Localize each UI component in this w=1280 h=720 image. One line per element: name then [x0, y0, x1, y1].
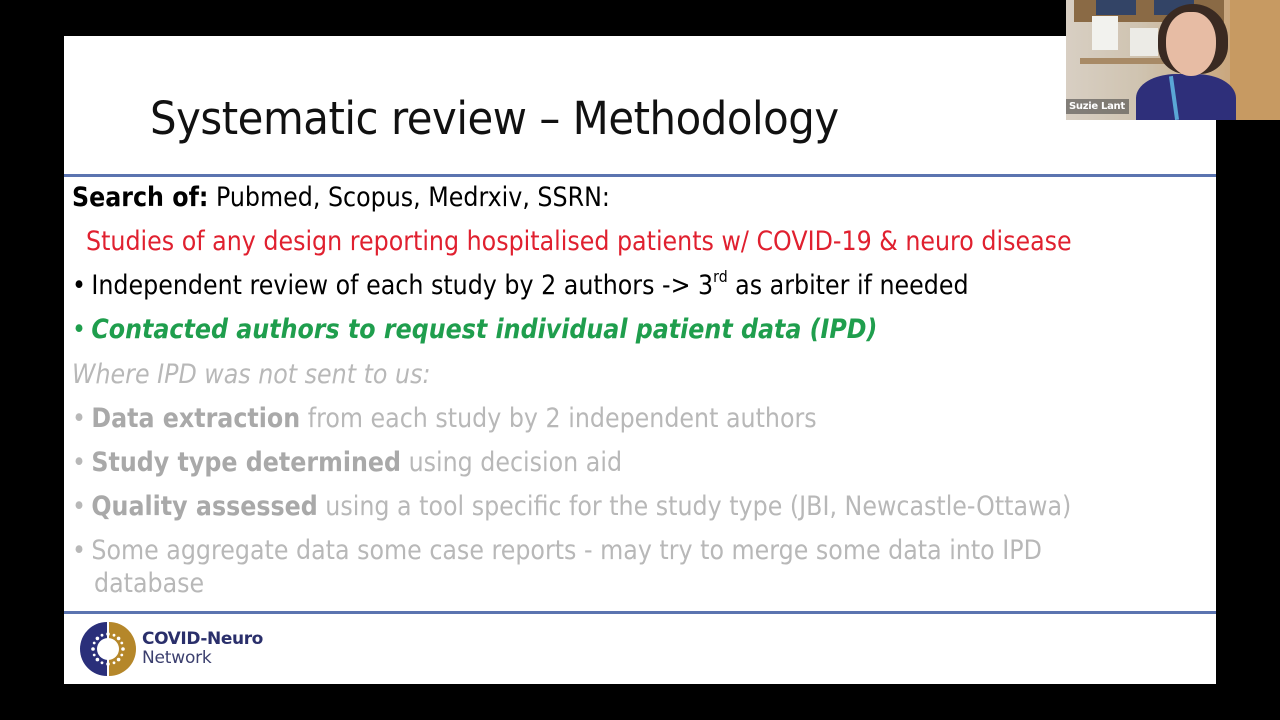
inclusion-criteria: Studies of any design reporting hospital… — [86, 226, 1072, 257]
bullet-icon: • — [72, 491, 87, 522]
bullet-text: Some aggregate data some case reports - … — [91, 535, 1042, 566]
bullet-bold-text: Quality assessed — [91, 491, 318, 522]
covid-neuro-network-logo-icon — [80, 622, 136, 676]
participant-body — [1136, 74, 1236, 120]
bullet-study-type: • Study type determined using decision ai… — [72, 446, 622, 480]
background-box — [1092, 16, 1118, 50]
screen-share-view: Systematic review – Methodology Search o… — [0, 0, 1280, 720]
slide-title: Systematic review – Methodology — [150, 92, 839, 145]
search-sources: Pubmed, Scopus, Medrxiv, SSRN: — [208, 182, 610, 213]
logo-line-2: Network — [142, 648, 212, 668]
footer-divider — [64, 611, 1216, 614]
covid-neuro-network-logo: COVID-Neuro Network — [80, 621, 263, 677]
bullet-text: Contacted authors to request individual … — [91, 314, 878, 345]
logo-line-1: COVID-Neuro — [142, 629, 263, 649]
logo-wordmark: COVID-Neuro Network — [142, 630, 263, 668]
title-divider — [64, 174, 1216, 177]
bullet-text: from each study by 2 independent authors — [300, 403, 817, 434]
bullet-text-continued: as arbiter if needed — [727, 270, 969, 301]
participant-face — [1166, 12, 1216, 76]
bullet-contacted-authors: • Contacted authors to request individual… — [72, 313, 877, 347]
search-line: Search of: Pubmed, Scopus, Medrxiv, SSRN… — [72, 181, 610, 215]
bullet-aggregate-data-continuation: database — [94, 568, 205, 599]
ordinal-superscript: rd — [713, 267, 728, 286]
bullet-text: using decision aid — [401, 447, 623, 478]
bullet-icon: • — [72, 403, 87, 434]
presentation-slide: Systematic review – Methodology Search o… — [64, 36, 1216, 684]
bullet-icon: • — [72, 535, 87, 566]
bullet-icon: • — [72, 447, 87, 478]
background-cabinet-glass — [1096, 0, 1136, 15]
bullet-icon: • — [72, 314, 87, 345]
bullet-aggregate-data: • Some aggregate data some case reports -… — [72, 534, 1042, 568]
bullet-data-extraction: • Data extraction from each study by 2 in… — [72, 402, 817, 436]
participant-video-tile[interactable]: Suzie Lant — [1066, 0, 1280, 120]
bullet-independent-review: • Independent review of each study by 2 a… — [72, 269, 969, 303]
background-shelf — [1080, 58, 1170, 64]
background-box — [1130, 28, 1158, 56]
search-label: Search of: — [72, 182, 209, 213]
bullet-bold-text: Data extraction — [91, 403, 301, 434]
bullet-icon: • — [72, 270, 87, 301]
background-door — [1230, 0, 1280, 120]
bullet-bold-text: Study type determined — [91, 447, 402, 478]
bullet-text: Independent review of each study by 2 au… — [91, 270, 714, 301]
subheading-ipd-not-sent: Where IPD was not sent to us: — [72, 359, 431, 390]
participant-name-label: Suzie Lant — [1066, 99, 1129, 114]
bullet-text: using a tool specific for the study type… — [317, 491, 1072, 522]
bullet-quality-assessed: • Quality assessed using a tool specific … — [72, 490, 1071, 524]
